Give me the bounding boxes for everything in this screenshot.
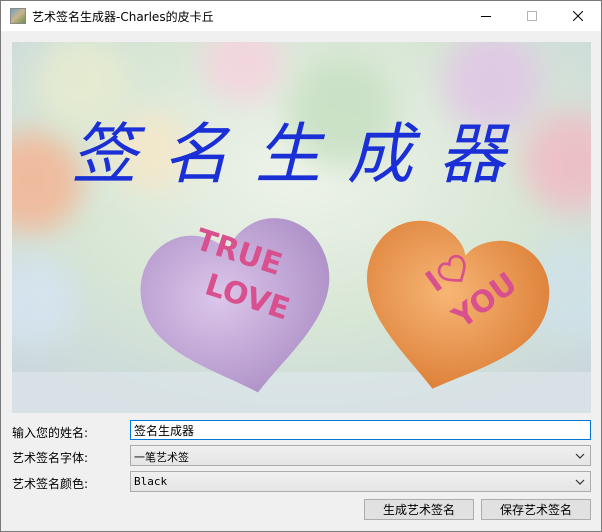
font-select[interactable]: 一笔艺术签 xyxy=(130,445,591,466)
minimize-button[interactable] xyxy=(463,1,509,31)
chevron-down-icon xyxy=(575,479,585,485)
window-title: 艺术签名生成器-Charles的皮卡丘 xyxy=(32,10,214,24)
generate-signature-button[interactable]: 生成艺术签名 xyxy=(364,499,474,520)
minimize-icon xyxy=(481,16,491,17)
title-bar[interactable]: 艺术签名生成器-Charles的皮卡丘 xyxy=(1,1,601,31)
banner-heading: 签名生成器 xyxy=(71,116,531,193)
maximize-button[interactable] xyxy=(509,1,555,31)
close-icon xyxy=(573,11,583,21)
font-label: 艺术签名字体: xyxy=(12,451,89,465)
color-select-value: Black xyxy=(134,475,168,488)
name-label: 输入您的姓名: xyxy=(12,426,89,440)
chevron-down-icon xyxy=(575,453,585,459)
maximize-icon xyxy=(527,11,537,21)
font-select-value: 一笔艺术签 xyxy=(134,451,189,464)
color-select[interactable]: Black xyxy=(130,471,591,492)
close-button[interactable] xyxy=(555,1,601,31)
name-input[interactable] xyxy=(130,420,591,440)
color-label: 艺术签名颜色: xyxy=(12,477,89,491)
candy-hearts-picture: TRUE LOVE I YOU 签名生成器 xyxy=(12,42,591,413)
app-window: 艺术签名生成器-Charles的皮卡丘 TRUE LOVE I YOU 签名生成… xyxy=(0,0,602,532)
banner-image: TRUE LOVE I YOU 签名生成器 xyxy=(12,42,591,413)
save-signature-button[interactable]: 保存艺术签名 xyxy=(481,499,591,520)
app-picture-icon xyxy=(10,8,26,24)
